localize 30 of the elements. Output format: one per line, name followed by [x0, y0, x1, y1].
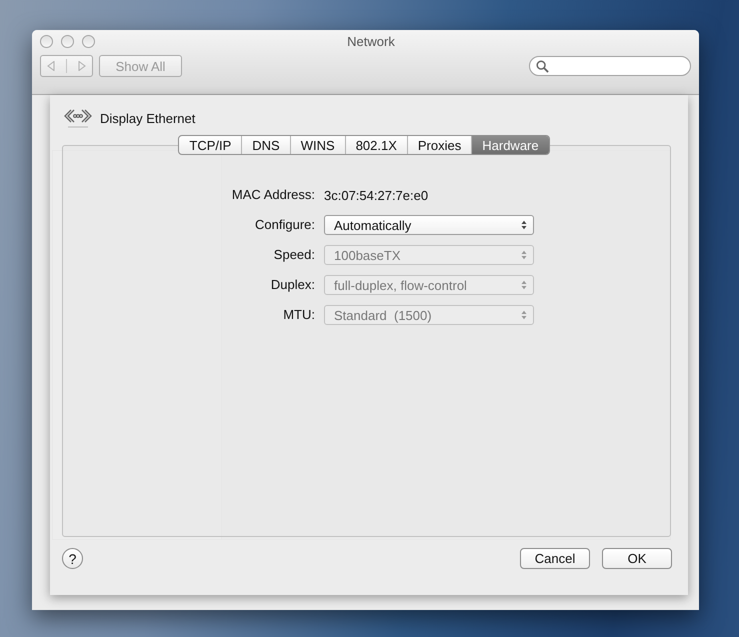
updown-arrows-icon: [521, 250, 527, 260]
cancel-button[interactable]: Cancel: [520, 548, 590, 569]
tab[interactable]: 802.1X: [344, 136, 407, 154]
tab[interactable]: TCP/IP: [179, 136, 242, 154]
field-value: 3c:07:54:27:7e:e0: [324, 188, 428, 202]
updown-arrows-icon: [521, 280, 527, 290]
field-label: Configure:: [254, 216, 315, 234]
search-icon: [536, 60, 549, 72]
tab[interactable]: WINS: [290, 136, 345, 154]
field-label: MTU:: [282, 306, 315, 324]
tab[interactable]: DNS: [241, 136, 290, 154]
minimize-button[interactable]: [61, 34, 74, 48]
window-title: Network: [346, 34, 396, 48]
ethernet-icon: [64, 107, 92, 129]
updown-arrows-icon: [521, 310, 527, 320]
ok-button[interactable]: OK: [602, 548, 672, 569]
search-field[interactable]: [529, 56, 691, 76]
field-label: MAC Address:: [230, 186, 315, 204]
close-button[interactable]: [40, 34, 53, 48]
help-button[interactable]: ?: [62, 548, 83, 569]
forward-icon[interactable]: [78, 61, 86, 71]
tab[interactable]: Hardware: [471, 136, 549, 154]
field-label: Speed:: [272, 246, 315, 264]
interface-name: Display Ethernet: [100, 110, 196, 126]
popup-button[interactable]: Automatically: [324, 215, 534, 235]
back-icon[interactable]: [46, 61, 55, 71]
updown-arrows-icon: [521, 220, 527, 230]
zoom-button[interactable]: [82, 34, 95, 48]
field-label: Duplex:: [270, 276, 315, 294]
back-forward-control[interactable]: [40, 55, 93, 77]
